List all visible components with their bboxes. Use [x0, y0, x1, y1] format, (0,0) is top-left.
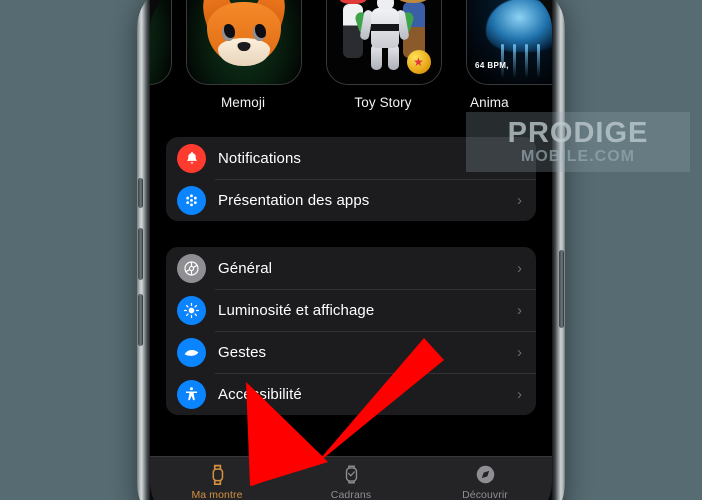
watch-face-label-animals: Anima — [470, 95, 509, 110]
gear-icon — [177, 253, 206, 283]
settings-row-label: Accessibilité — [218, 385, 302, 403]
watch-band-icon — [208, 462, 227, 486]
settings-row-brightness[interactable]: Luminosité et affichage › — [166, 289, 536, 331]
accessibility-icon — [177, 379, 206, 409]
device-right-rail — [552, 0, 565, 500]
settings-group-system: Général › Luminosité et affichage › Gest… — [166, 247, 536, 415]
hand-gesture-icon — [177, 337, 206, 367]
fox-memoji-art — [187, 0, 301, 84]
tab-label: Découvrir — [462, 489, 508, 500]
settings-row-label: Présentation des apps — [218, 191, 370, 209]
pixar-ball-star-icon: ★ — [413, 55, 424, 69]
watch-face-card-partial[interactable] — [150, 0, 172, 85]
watch-face-carousel[interactable]: ★ 64 BPM, Memoji Toy Story Anima — [150, 0, 552, 113]
phone-screen: ★ 64 BPM, Memoji Toy Story Anima Notific… — [150, 0, 552, 500]
tab-label: Cadrans — [330, 489, 372, 500]
settings-row-label: Luminosité et affichage — [218, 301, 375, 319]
chevron-right-icon: › — [517, 191, 522, 209]
jellyfish-tentacle-icon — [525, 44, 528, 78]
power-button[interactable] — [559, 250, 564, 328]
settings-row-label: Notifications — [218, 149, 302, 167]
chevron-right-icon: › — [517, 301, 522, 319]
watch-face-card-toy-story[interactable]: ★ — [326, 0, 442, 85]
jellyfish-art: 64 BPM, — [467, 0, 552, 84]
chevron-right-icon: › — [517, 385, 522, 403]
settings-row-accessibility[interactable]: Accessibilité › — [166, 373, 536, 415]
volume-up-button[interactable] — [138, 228, 143, 280]
chevron-right-icon: › — [517, 343, 522, 361]
buzz-belt-icon — [371, 24, 399, 31]
tab-cadrans[interactable]: Cadrans — [284, 457, 418, 500]
tab-ma-montre[interactable]: Ma montre — [150, 457, 284, 500]
toy-story-art: ★ — [327, 0, 441, 84]
bell-icon — [177, 143, 206, 173]
jellyfish-tentacle-icon — [537, 44, 540, 78]
jellyfish-tentacle-icon — [513, 44, 516, 78]
device-left-rail — [137, 0, 150, 500]
settings-row-label: Gestes — [218, 343, 267, 361]
settings-row-gestures[interactable]: Gestes › — [166, 331, 536, 373]
watch-face-card-animals[interactable]: 64 BPM, — [466, 0, 552, 85]
tab-label: Ma montre — [191, 489, 243, 500]
heart-rate-complication: 64 BPM, — [475, 61, 509, 70]
settings-row-general[interactable]: Général › — [166, 247, 536, 289]
iphone-device-frame: ★ 64 BPM, Memoji Toy Story Anima Notific… — [137, 0, 565, 500]
tab-decouvrir[interactable]: Découvrir — [418, 457, 552, 500]
jessie-hat-icon — [340, 0, 366, 4]
fox-eye-right-icon — [253, 24, 266, 41]
brightness-sun-icon — [177, 295, 206, 325]
bottom-tab-bar: Ma montre Cadrans Découvrir — [150, 456, 552, 500]
fox-eye-left-icon — [222, 24, 235, 41]
screenshot-stage: ★ 64 BPM, Memoji Toy Story Anima Notific… — [0, 0, 702, 500]
watch-face-icon — [342, 462, 361, 486]
settings-row-app-layout[interactable]: Présentation des apps › — [166, 179, 536, 221]
partial-face-art — [150, 0, 171, 84]
compass-icon — [475, 462, 496, 486]
volume-down-button[interactable] — [138, 294, 143, 346]
settings-row-notifications[interactable]: Notifications — [166, 137, 536, 179]
app-grid-icon — [177, 185, 206, 215]
settings-group-notifications: Notifications Présentation des apps › — [166, 137, 536, 221]
watch-face-card-memoji[interactable] — [186, 0, 302, 85]
jellyfish-bell-icon — [486, 0, 552, 52]
watch-face-label-memoji: Memoji — [220, 95, 266, 110]
chevron-right-icon: › — [517, 259, 522, 277]
watch-face-label-toy-story: Toy Story — [354, 95, 412, 110]
settings-row-label: Général — [218, 259, 273, 277]
mute-switch[interactable] — [138, 178, 143, 208]
